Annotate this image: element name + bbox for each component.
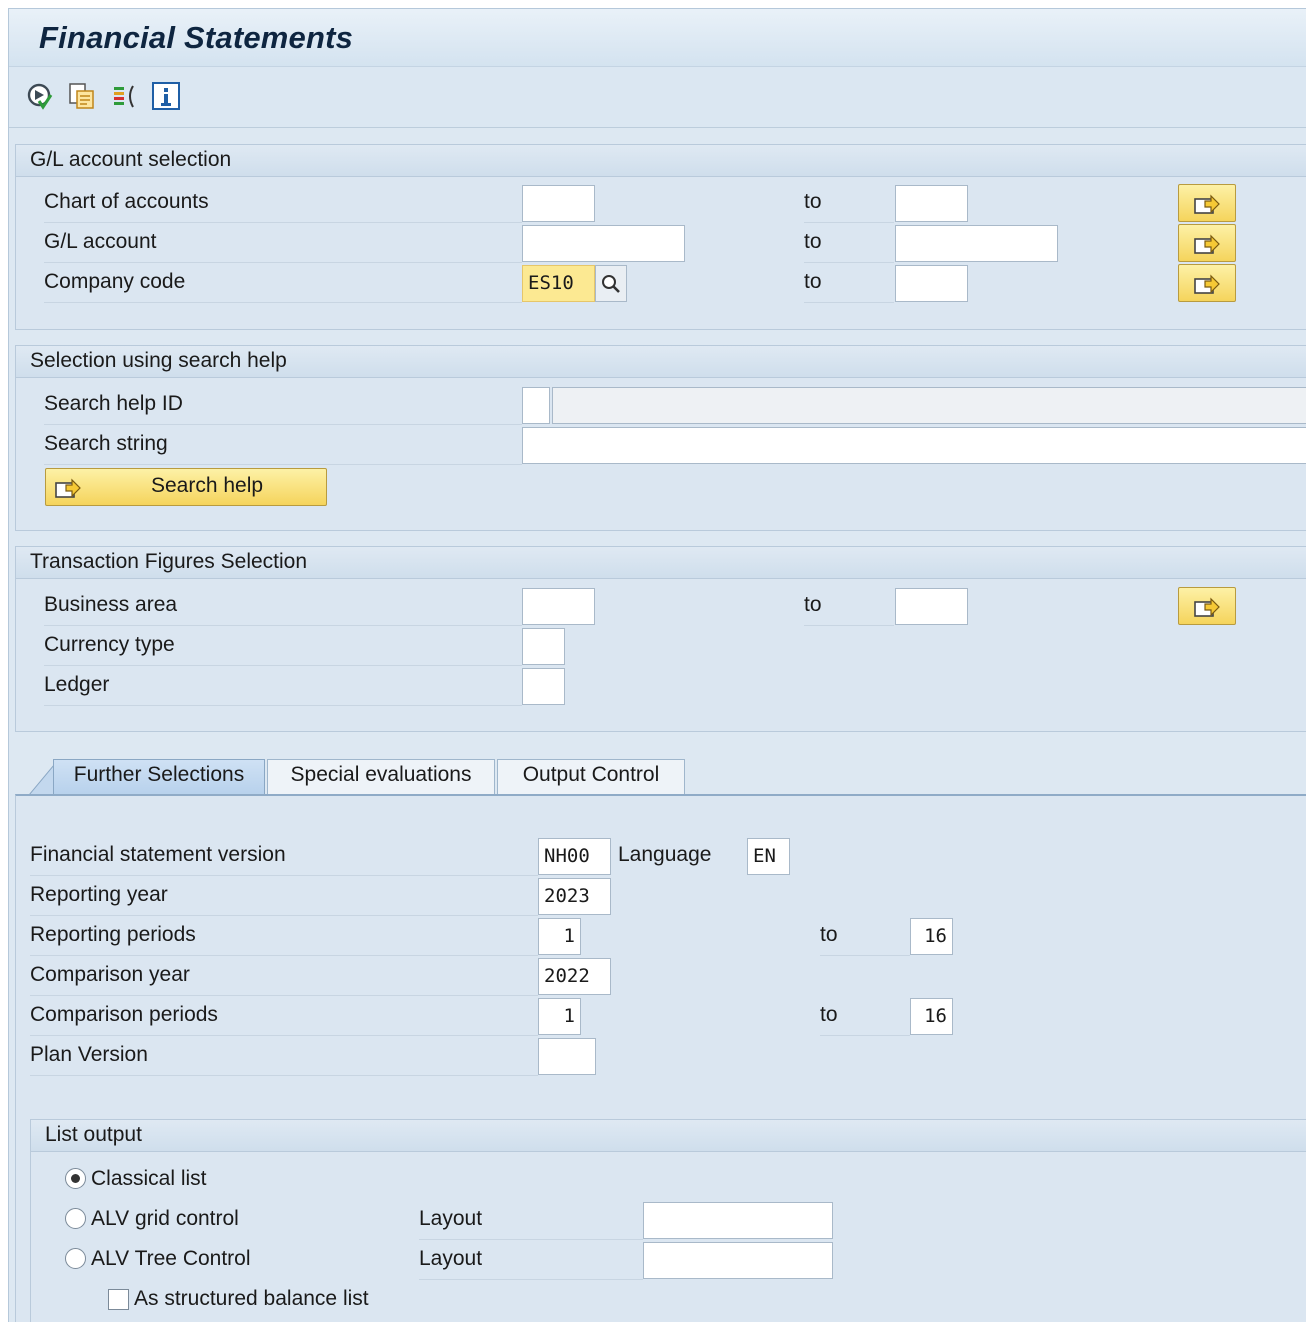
multiple-selection-icon bbox=[1194, 597, 1220, 617]
to-label: to bbox=[804, 225, 894, 263]
multiple-selection-icon bbox=[1194, 274, 1220, 294]
alv-tree-radio[interactable] bbox=[65, 1248, 86, 1269]
search-help-id-description bbox=[552, 387, 1306, 424]
multiple-selection-icon bbox=[1194, 234, 1220, 254]
comparison-year-label: Comparison year bbox=[30, 958, 538, 996]
search-string-label: Search string bbox=[44, 427, 522, 465]
group-title: G/L account selection bbox=[30, 148, 232, 171]
chart-of-accounts-to-input[interactable] bbox=[895, 185, 968, 222]
value-help-button[interactable] bbox=[595, 265, 627, 302]
currency-type-label: Currency type bbox=[44, 628, 522, 666]
comparison-periods-from-input[interactable]: 1 bbox=[538, 998, 581, 1035]
gl-account-to-input[interactable] bbox=[895, 225, 1058, 262]
business-area-from-input[interactable] bbox=[522, 588, 595, 625]
search-help-id-label: Search help ID bbox=[44, 387, 522, 425]
group-title: List output bbox=[45, 1123, 142, 1146]
search-help-button[interactable]: Search help bbox=[45, 468, 327, 506]
to-label: to bbox=[820, 998, 910, 1036]
tab-special-evaluations[interactable]: Special evaluations bbox=[267, 759, 495, 795]
to-label: to bbox=[804, 265, 894, 303]
group-title: Transaction Figures Selection bbox=[30, 550, 308, 573]
chart-of-accounts-label: Chart of accounts bbox=[44, 185, 522, 223]
ledger-label: Ledger bbox=[44, 668, 522, 706]
reporting-periods-to-input[interactable]: 16 bbox=[910, 918, 953, 955]
get-variant-icon[interactable] bbox=[67, 81, 97, 111]
search-string-input[interactable] bbox=[522, 427, 1306, 464]
to-label: to bbox=[820, 918, 910, 956]
alv-grid-layout-input[interactable] bbox=[643, 1202, 833, 1239]
reporting-year-label: Reporting year bbox=[30, 878, 538, 916]
company-code-from-input[interactable]: ES10 bbox=[522, 265, 595, 302]
gl-account-from-input[interactable] bbox=[522, 225, 685, 262]
multiple-selection-button[interactable] bbox=[1178, 264, 1236, 302]
multiple-selection-button[interactable] bbox=[1178, 224, 1236, 262]
language-input[interactable]: EN bbox=[747, 838, 790, 875]
group-header: G/L account selection bbox=[16, 145, 1306, 177]
reporting-periods-from-input[interactable]: 1 bbox=[538, 918, 581, 955]
company-code-to-input[interactable] bbox=[895, 265, 968, 302]
multiple-selection-icon bbox=[55, 478, 81, 498]
group-title: Selection using search help bbox=[30, 349, 287, 372]
fs-version-label: Financial statement version bbox=[30, 838, 538, 876]
fs-version-input[interactable]: NH00 bbox=[538, 838, 611, 875]
selection-options-icon[interactable] bbox=[111, 81, 141, 111]
business-area-label: Business area bbox=[44, 588, 522, 626]
gl-account-selection-group: G/L account selection Chart of accounts … bbox=[15, 144, 1306, 330]
group-header: Transaction Figures Selection bbox=[16, 547, 1306, 579]
gl-account-label: G/L account bbox=[44, 225, 522, 263]
list-output-group: List output Classical list ALV grid cont… bbox=[30, 1119, 1306, 1322]
language-label: Language bbox=[618, 843, 712, 866]
alv-tree-layout-input[interactable] bbox=[643, 1242, 833, 1279]
reporting-periods-label: Reporting periods bbox=[30, 918, 538, 956]
tab-output-control[interactable]: Output Control bbox=[497, 759, 685, 795]
chart-of-accounts-from-input[interactable] bbox=[522, 185, 595, 222]
plan-version-input[interactable] bbox=[538, 1038, 596, 1075]
group-header: Selection using search help bbox=[16, 346, 1306, 378]
further-selections-panel: Financial statement version NH00 Languag… bbox=[15, 794, 1306, 1322]
comparison-periods-label: Comparison periods bbox=[30, 998, 538, 1036]
alv-tree-label: ALV Tree Control bbox=[91, 1247, 251, 1270]
alv-grid-label: ALV grid control bbox=[91, 1207, 239, 1230]
classical-list-radio[interactable] bbox=[65, 1168, 86, 1189]
tab-further-selections[interactable]: Further Selections bbox=[53, 759, 265, 795]
multiple-selection-icon bbox=[1194, 194, 1220, 214]
layout-label: Layout bbox=[419, 1242, 643, 1280]
application-toolbar bbox=[9, 67, 1306, 128]
search-help-id-input[interactable] bbox=[522, 387, 550, 424]
to-label: to bbox=[804, 588, 894, 626]
execute-icon[interactable] bbox=[25, 81, 55, 111]
currency-type-input[interactable] bbox=[522, 628, 565, 665]
information-icon[interactable] bbox=[151, 81, 181, 111]
comparison-year-input[interactable]: 2022 bbox=[538, 958, 611, 995]
business-area-to-input[interactable] bbox=[895, 588, 968, 625]
company-code-label: Company code bbox=[44, 265, 522, 303]
transaction-figures-group: Transaction Figures Selection Business a… bbox=[15, 546, 1306, 732]
page-title: Financial Statements bbox=[39, 20, 354, 55]
group-header: List output bbox=[31, 1120, 1306, 1152]
reporting-year-input[interactable]: 2023 bbox=[538, 878, 611, 915]
multiple-selection-button[interactable] bbox=[1178, 587, 1236, 625]
comparison-periods-to-input[interactable]: 16 bbox=[910, 998, 953, 1035]
alv-grid-radio[interactable] bbox=[65, 1208, 86, 1229]
sap-window: Financial Statements G/L account selecti… bbox=[8, 8, 1306, 1322]
layout-label: Layout bbox=[419, 1202, 643, 1240]
multiple-selection-button[interactable] bbox=[1178, 184, 1236, 222]
ledger-input[interactable] bbox=[522, 668, 565, 705]
classical-list-label: Classical list bbox=[91, 1167, 207, 1190]
search-help-button-label: Search help bbox=[151, 474, 264, 497]
to-label: to bbox=[804, 185, 894, 223]
structured-balance-checkbox[interactable] bbox=[108, 1289, 129, 1310]
search-help-group: Selection using search help Search help … bbox=[15, 345, 1306, 531]
search-icon bbox=[602, 275, 620, 293]
title-bar: Financial Statements bbox=[9, 9, 1306, 67]
structured-balance-label: As structured balance list bbox=[134, 1287, 369, 1310]
plan-version-label: Plan Version bbox=[30, 1038, 538, 1076]
